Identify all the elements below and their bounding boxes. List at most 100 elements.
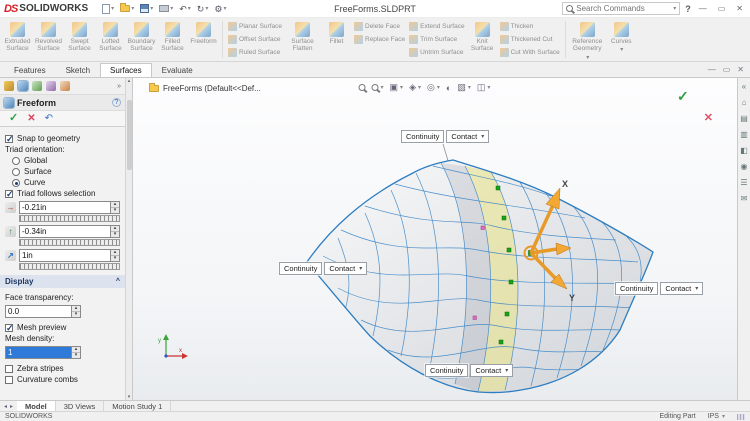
- triad-z-spinner[interactable]: ▴▾: [110, 250, 119, 261]
- fillet-button[interactable]: Fillet: [321, 19, 352, 60]
- scroll-up-icon[interactable]: ▴: [128, 78, 131, 84]
- delete-face-button[interactable]: Delete Face: [354, 21, 405, 33]
- view-palette-icon[interactable]: ◧: [740, 146, 748, 155]
- untrim-surface-button[interactable]: Untrim Surface: [409, 46, 464, 58]
- resources-icon[interactable]: ⌂: [742, 98, 747, 107]
- propertymanager-tab-icon[interactable]: [18, 81, 28, 91]
- spin-down-icon[interactable]: ▾: [111, 232, 119, 237]
- extend-surface-button[interactable]: Extend Surface: [409, 21, 464, 33]
- zoom-area-button[interactable]: ▾: [372, 84, 384, 91]
- surface-flatten-button[interactable]: Surface Flatten: [284, 19, 321, 60]
- featuremanager-tree-tab-icon[interactable]: [4, 81, 14, 91]
- revolved-surface-button[interactable]: Revolved Surface: [33, 19, 64, 60]
- configurationmanager-tab-icon[interactable]: [32, 81, 42, 91]
- document-restore-button[interactable]: ▭: [723, 65, 731, 74]
- triad-y-spinner[interactable]: ▴▾: [110, 226, 119, 237]
- triad-x-spinner[interactable]: ▴▾: [110, 202, 119, 213]
- section-view-button[interactable]: ◫▾: [477, 82, 491, 93]
- face-transparency-spinner[interactable]: ▴▾: [71, 306, 80, 317]
- tab-scroll-right-icon[interactable]: ▸: [10, 403, 13, 410]
- thicken-button[interactable]: Thicken: [500, 21, 560, 33]
- help-button[interactable]: ?: [685, 4, 691, 14]
- planar-surface-button[interactable]: Planar Surface: [228, 21, 282, 33]
- filled-surface-button[interactable]: Filled Surface: [157, 19, 188, 60]
- scrollbar-thumb[interactable]: [127, 100, 132, 170]
- design-library-icon[interactable]: ▤: [740, 114, 748, 123]
- freeform-button[interactable]: Freeform: [188, 19, 219, 60]
- display-style-button[interactable]: ◈▾: [409, 82, 421, 93]
- triad-z-slider[interactable]: [19, 263, 120, 270]
- tab-motion-study[interactable]: Motion Study 1: [104, 401, 171, 411]
- contact-dropdown[interactable]: Contact▾: [446, 130, 489, 143]
- thickened-cut-button[interactable]: Thickened Cut: [500, 34, 560, 46]
- apply-scene-button[interactable]: ▧▾: [457, 82, 471, 93]
- undo-button[interactable]: ↶▾: [177, 2, 193, 16]
- forum-icon[interactable]: ✉: [741, 194, 748, 203]
- trim-surface-button[interactable]: Trim Surface: [409, 34, 464, 46]
- triad-x-slider[interactable]: [19, 215, 120, 222]
- tab-scroll-left-icon[interactable]: ◂: [4, 403, 7, 410]
- confirm-cancel-button[interactable]: ✕: [704, 111, 713, 124]
- options-button[interactable]: ⚙▾: [212, 2, 228, 16]
- curves-button[interactable]: Curves▾: [606, 19, 637, 60]
- triad-z-offset-input[interactable]: 1in: [20, 250, 110, 261]
- file-explorer-icon[interactable]: ▥: [740, 130, 748, 139]
- rebuild-button[interactable]: ↻▾: [195, 2, 211, 16]
- custom-properties-icon[interactable]: ☰: [740, 178, 747, 187]
- cancel-button[interactable]: ✕: [27, 114, 35, 124]
- curve-radio[interactable]: [12, 179, 20, 187]
- edit-appearance-button[interactable]: ◐: [446, 83, 451, 93]
- view-orientation-button[interactable]: ▣▾: [390, 82, 404, 93]
- search-commands-box[interactable]: ▾: [562, 2, 680, 15]
- tab-3d-views[interactable]: 3D Views: [56, 401, 105, 411]
- help-icon[interactable]: ?: [112, 98, 121, 107]
- display-section-header[interactable]: Display ^: [0, 275, 125, 288]
- tab-sketch[interactable]: Sketch: [56, 63, 100, 77]
- curvature-combs-checkbox[interactable]: [5, 376, 13, 384]
- tab-features[interactable]: Features: [4, 63, 56, 77]
- undo-icon[interactable]: ↶: [45, 114, 53, 124]
- confirm-ok-button[interactable]: ✓: [677, 88, 689, 105]
- appearances-icon[interactable]: ◉: [741, 162, 748, 171]
- replace-face-button[interactable]: Replace Face: [354, 34, 405, 46]
- status-options-icon[interactable]: [737, 414, 745, 420]
- window-minimize-button[interactable]: —: [696, 4, 710, 13]
- window-close-button[interactable]: ✕: [733, 4, 746, 13]
- spin-down-icon[interactable]: ▾: [72, 353, 80, 358]
- feature-breadcrumb[interactable]: FreeForms (Default<<Def...: [149, 84, 261, 93]
- dimxpertmanager-tab-icon[interactable]: [46, 81, 56, 91]
- mesh-density-input[interactable]: 1: [6, 347, 71, 358]
- displaymanager-tab-icon[interactable]: [60, 81, 70, 91]
- ok-button[interactable]: ✓: [9, 113, 18, 124]
- spin-down-icon[interactable]: ▾: [72, 312, 80, 317]
- spin-down-icon[interactable]: ▾: [111, 256, 119, 261]
- contact-dropdown[interactable]: Contact▾: [470, 364, 513, 377]
- tab-model[interactable]: Model: [17, 401, 56, 411]
- document-minimize-button[interactable]: —: [708, 65, 716, 74]
- offset-surface-button[interactable]: Offset Surface: [228, 34, 282, 46]
- triad-x-offset-input[interactable]: -0.21in: [20, 202, 110, 213]
- global-radio[interactable]: [12, 157, 20, 165]
- cut-with-surface-button[interactable]: Cut With Surface: [500, 46, 560, 58]
- face-transparency-input[interactable]: 0.0: [6, 306, 71, 317]
- triad-y-offset-input[interactable]: -0.34in: [20, 226, 110, 237]
- scroll-down-icon[interactable]: ▾: [128, 394, 131, 400]
- snap-to-geometry-checkbox[interactable]: [5, 135, 13, 143]
- swept-surface-button[interactable]: Swept Surface: [64, 19, 95, 60]
- save-button[interactable]: ▾: [138, 2, 155, 16]
- graphics-area[interactable]: X Y y x FreeForms (Default<<Def...: [133, 78, 737, 400]
- knit-surface-button[interactable]: Knit Surface: [467, 19, 498, 60]
- boundary-surface-button[interactable]: Boundary Surface: [126, 19, 157, 60]
- collapse-taskpane-icon[interactable]: «: [742, 82, 746, 91]
- spin-down-icon[interactable]: ▾: [111, 208, 119, 213]
- tab-surfaces[interactable]: Surfaces: [100, 63, 152, 77]
- document-close-button[interactable]: ✕: [737, 65, 744, 74]
- zoom-fit-button[interactable]: [359, 84, 366, 91]
- contact-dropdown[interactable]: Contact▾: [660, 282, 703, 295]
- window-restore-button[interactable]: ▭: [715, 4, 729, 13]
- reference-geometry-button[interactable]: Reference Geometry▾: [569, 19, 606, 60]
- mesh-density-spinner[interactable]: ▴▾: [71, 347, 80, 358]
- search-commands-input[interactable]: [576, 4, 669, 13]
- print-button[interactable]: ▾: [157, 2, 175, 16]
- triad-follows-checkbox[interactable]: [5, 190, 13, 198]
